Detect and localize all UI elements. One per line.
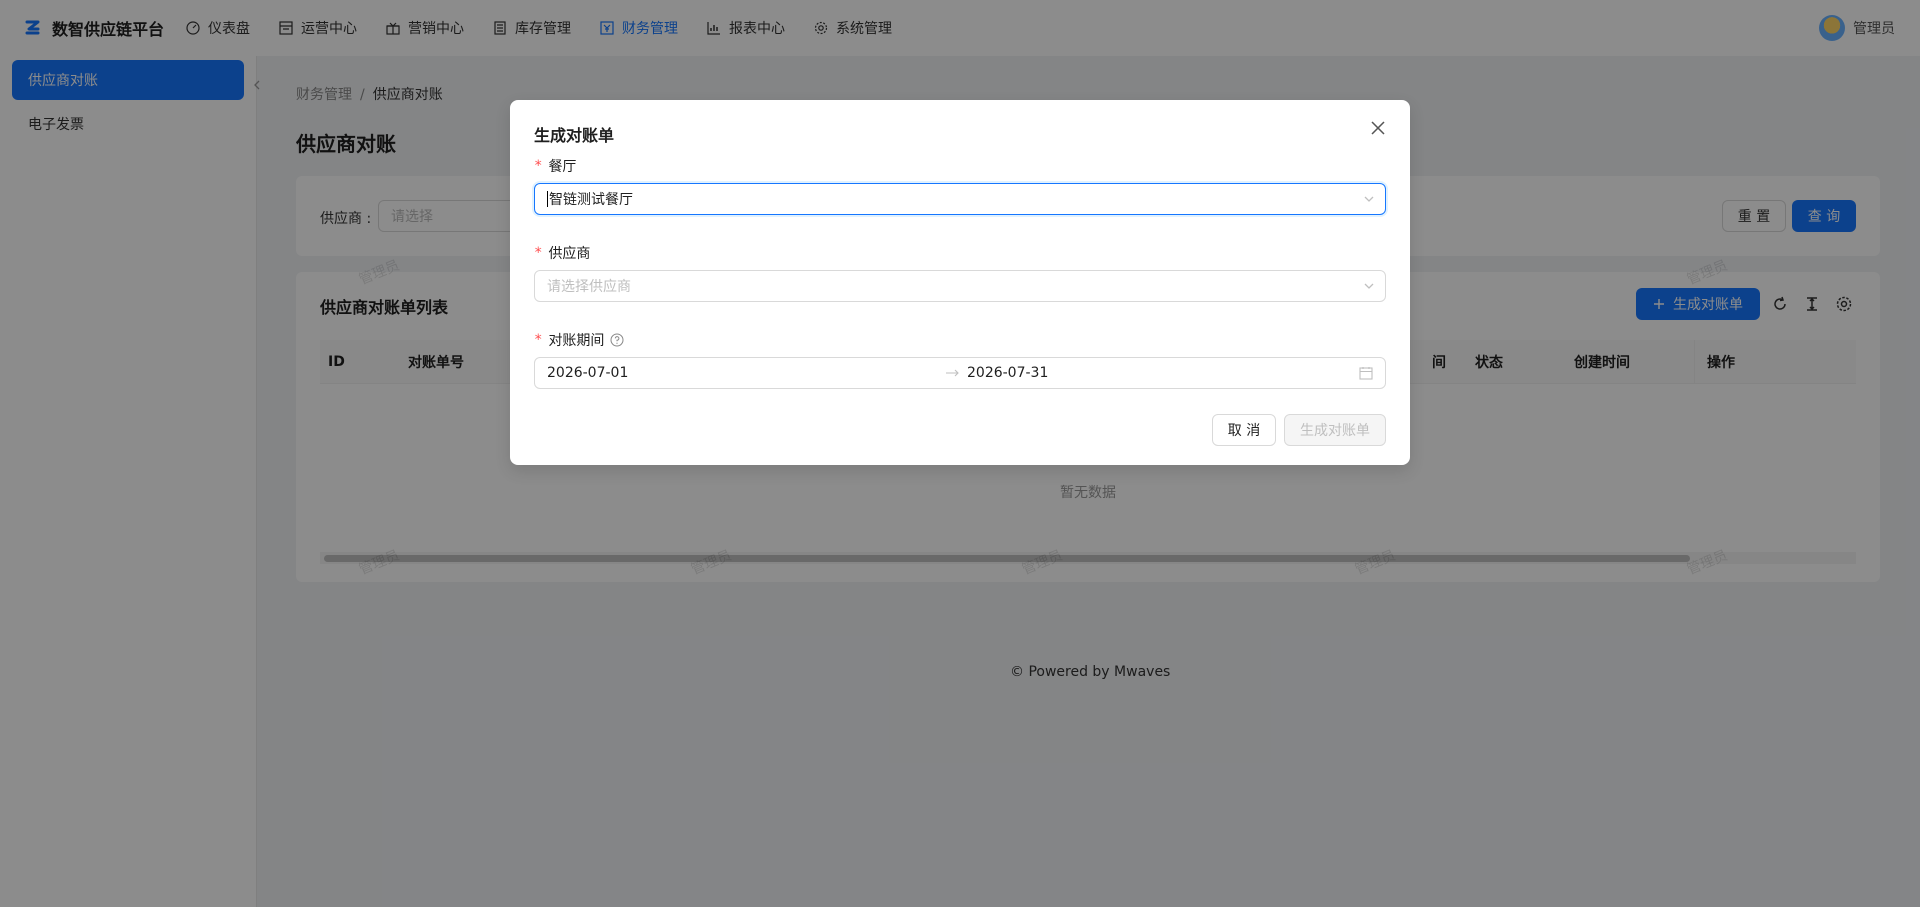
cancel-button[interactable]: 取 消 [1212,414,1276,446]
text-cursor [547,191,548,207]
chevron-down-icon [1364,196,1374,202]
period-label-text: 对账期间 [548,333,605,349]
required-mark: * [534,332,543,348]
period-label: * 对账期间 [534,330,624,350]
calendar-icon [1359,367,1373,380]
chevron-down-icon [1364,283,1374,289]
period-start[interactable]: 2026-07-01 [547,365,628,381]
supplier-placeholder: 请选择供应商 [547,279,631,295]
restaurant-value: 智链测试餐厅 [549,192,633,208]
generate-statement-button[interactable]: 生成对账单 [1284,414,1386,446]
period-range-picker[interactable]: 2026-07-01 2026-07-31 [534,357,1386,389]
required-mark: * [534,158,543,174]
supplier-select[interactable]: 请选择供应商 [534,270,1386,302]
restaurant-label-text: 餐厅 [548,159,577,175]
required-mark: * [534,245,543,261]
supplier-label-text: 供应商 [548,246,591,262]
close-icon[interactable] [1368,118,1388,138]
restaurant-select[interactable]: 智链测试餐厅 [534,183,1386,215]
modal-title: 生成对账单 [534,126,615,145]
restaurant-label: * 餐厅 [534,156,576,176]
question-circle-icon[interactable] [610,333,624,347]
generate-statement-modal: 生成对账单 * 餐厅 智链测试餐厅 * 供应商 请选择供应商 * 对账期间 20… [510,100,1410,465]
supplier-label: * 供应商 [534,243,590,263]
period-end[interactable]: 2026-07-31 [967,358,1048,388]
arrow-right-icon [946,369,959,377]
